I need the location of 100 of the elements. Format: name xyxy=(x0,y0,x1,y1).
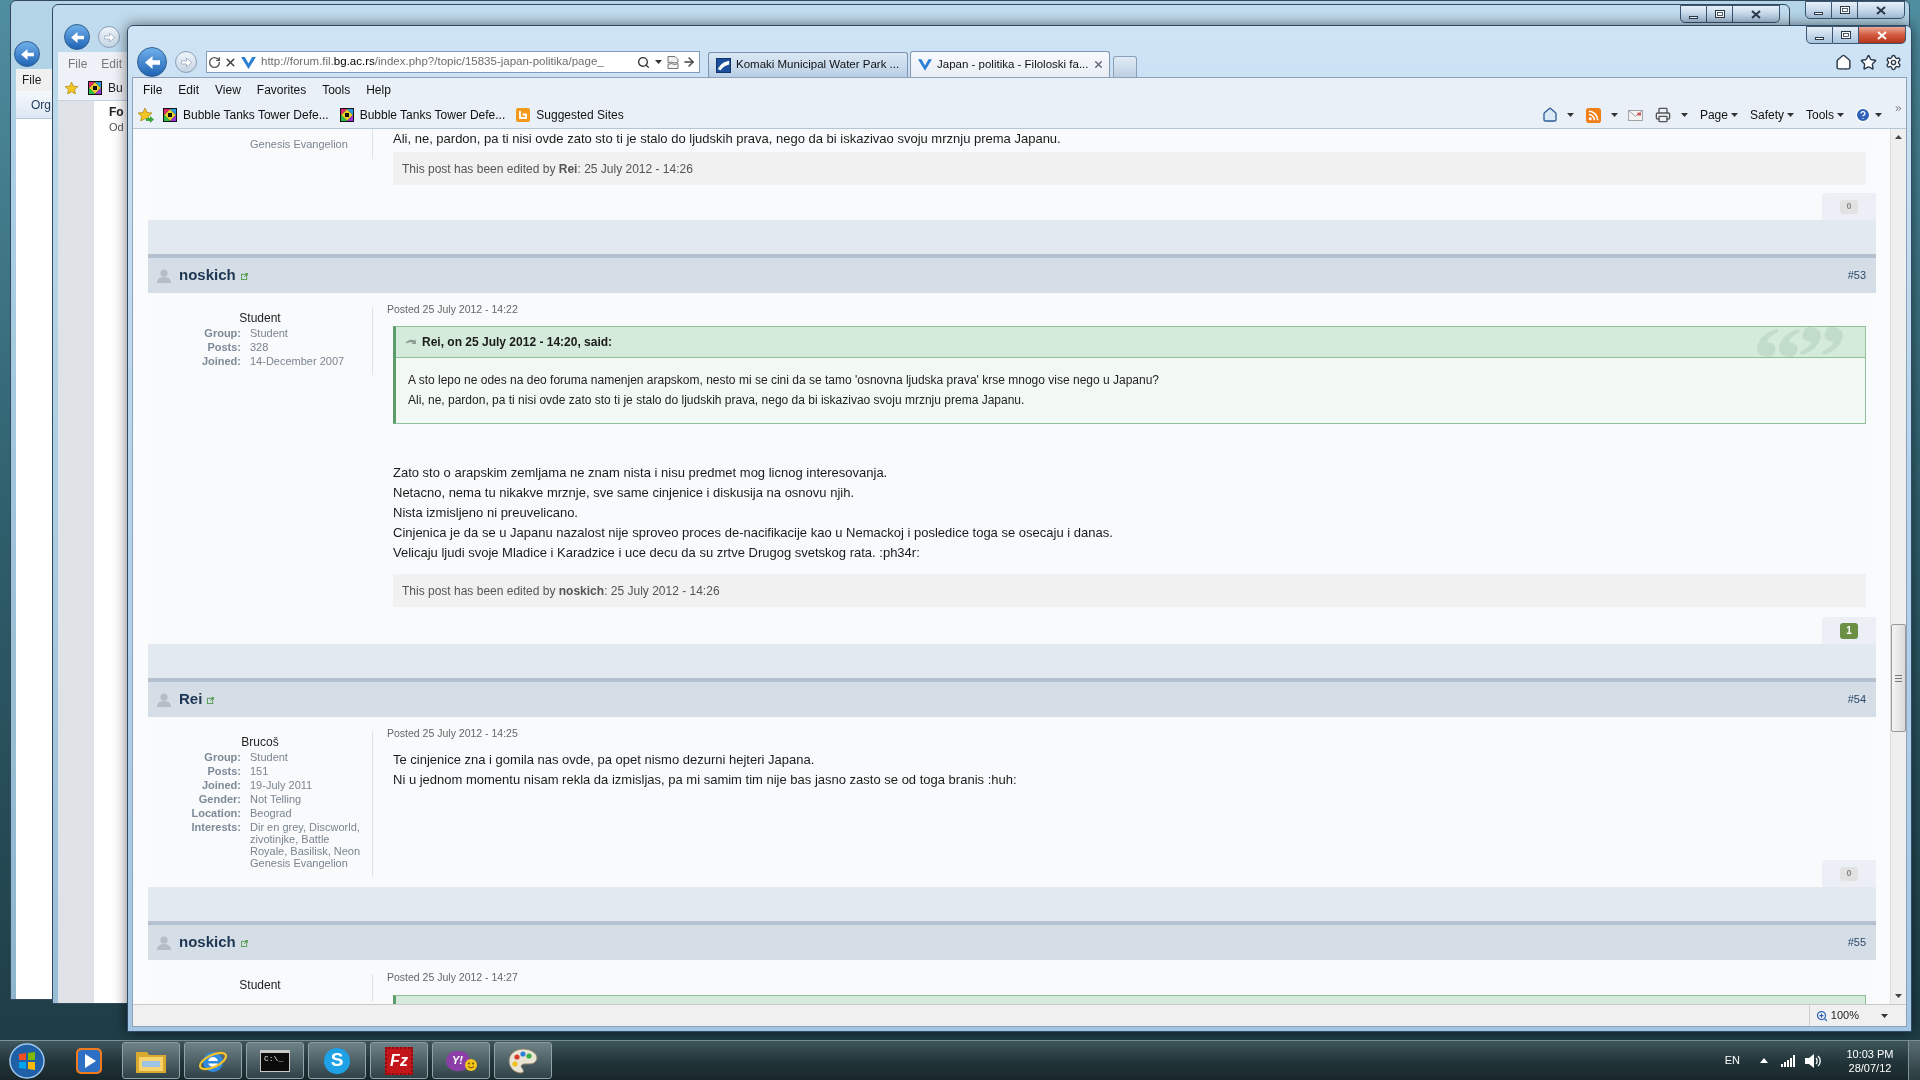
signal-icon[interactable] xyxy=(1781,1054,1795,1067)
member-field-value: Dir en grey, Discworld, zivotinjke, Battle Royale, Basilisk, Neon Genesis Evangelion xyxy=(250,821,362,869)
member-rank: Student xyxy=(239,977,281,994)
smiley-icon xyxy=(464,1058,477,1071)
post-number-link[interactable]: #55 xyxy=(1847,934,1866,951)
show-hidden-icons-icon[interactable] xyxy=(1760,1058,1768,1063)
taskbar-button[interactable]: Fz xyxy=(370,1042,428,1079)
star-icon[interactable] xyxy=(65,81,78,94)
menu-item[interactable]: Favorites xyxy=(256,81,307,99)
back-button[interactable] xyxy=(137,47,167,77)
member-field-value: 19-July 2011 xyxy=(250,779,313,791)
close-button[interactable] xyxy=(1733,5,1780,23)
reputation-count[interactable]: 1 xyxy=(1840,622,1858,639)
dropdown-caret-icon[interactable] xyxy=(1837,113,1844,117)
address-bar[interactable]: http://forum.fil.bg.ac.rs/index.php?/topic/15835-japan-politika/page_ xyxy=(206,51,700,73)
command-menu-button[interactable]: Tools xyxy=(1806,106,1844,124)
dropdown-caret-icon[interactable] xyxy=(1875,113,1882,117)
vertical-scrollbar[interactable] xyxy=(1890,129,1906,1004)
author-link[interactable]: noskich xyxy=(179,264,236,287)
url-text[interactable]: http://forum.fil.bg.ac.rs/index.php?/topic/15835-japan-politika/page_ xyxy=(261,53,604,71)
minimize-button[interactable] xyxy=(1680,5,1707,23)
settings-icon[interactable] xyxy=(1885,53,1902,71)
taskbar-button[interactable] xyxy=(494,1042,552,1079)
taskbar-button[interactable]: C:\_ xyxy=(246,1042,304,1079)
home-icon[interactable] xyxy=(1835,53,1852,71)
taskbar-button[interactable] xyxy=(184,1042,242,1079)
speaker-icon[interactable] xyxy=(1805,1053,1821,1068)
taskbar-button[interactable]: Y! xyxy=(432,1042,490,1079)
minimize-button[interactable] xyxy=(1806,26,1833,44)
quote-text: A sto lepo ne odes na deo foruma namenjen arapskom, nesto mi se cini da se tamo 'osnovna ljudska prava' krse mnogo vise nego u Japanu? xyxy=(408,372,1160,389)
command-menu-button[interactable]: Safety xyxy=(1749,106,1794,124)
menu-item[interactable]: Edit xyxy=(178,81,200,99)
dropdown-caret-icon[interactable] xyxy=(1566,113,1574,117)
dropdown-caret-icon[interactable] xyxy=(655,60,662,64)
broken-page-icon[interactable] xyxy=(667,55,679,69)
maximize-icon xyxy=(1839,6,1850,14)
menu-item[interactable]: File xyxy=(22,71,42,89)
dropdown-caret-icon[interactable] xyxy=(1787,113,1794,117)
dropdown-caret-icon[interactable] xyxy=(1610,113,1618,117)
clock[interactable]: 10:03 PM 28/07/12 xyxy=(1846,1046,1894,1075)
maximize-button[interactable] xyxy=(1833,26,1859,44)
close-tab-icon[interactable] xyxy=(1093,59,1104,70)
home-icon[interactable] xyxy=(1541,107,1558,123)
scroll-up-icon[interactable] xyxy=(1895,135,1902,139)
member-field-value: Student xyxy=(250,327,288,339)
taskbar-button[interactable] xyxy=(122,1042,180,1079)
close-icon xyxy=(1876,5,1886,15)
favorite-link[interactable]: Bubble Tanks Tower Defe... xyxy=(163,106,329,124)
post-number-link[interactable]: #53 xyxy=(1847,267,1866,284)
scroll-down-icon[interactable] xyxy=(1895,994,1902,998)
author-link[interactable]: noskich xyxy=(179,931,236,954)
colorful-diamond-icon xyxy=(339,108,354,122)
clock-date: 28/07/12 xyxy=(1848,1060,1892,1075)
menu-item[interactable]: Edit xyxy=(101,54,123,73)
printer-icon[interactable] xyxy=(1654,107,1671,123)
add-favorite-icon[interactable] xyxy=(138,107,154,123)
menu-item[interactable]: View xyxy=(215,81,241,99)
dropdown-caret-icon[interactable] xyxy=(1680,113,1688,117)
post-date: Posted 25 July 2012 - 14:25 xyxy=(387,727,518,739)
back-button[interactable] xyxy=(14,41,40,67)
stop-icon[interactable] xyxy=(224,55,237,69)
user-icon xyxy=(157,692,171,707)
mail-icon[interactable] xyxy=(1627,109,1643,121)
browser-tab[interactable]: Japan - politika - Filoloski fa... xyxy=(910,51,1110,77)
browser-tab[interactable]: Komaki Municipal Water Park ... xyxy=(708,52,908,77)
favorite-link[interactable]: Bubble Tanks Tower Defe... xyxy=(339,106,506,124)
refresh-icon[interactable] xyxy=(208,55,221,69)
favorite-link[interactable]: Bu xyxy=(88,78,123,97)
rss-icon[interactable] xyxy=(1585,107,1601,123)
toolbar-button[interactable]: Org xyxy=(31,95,51,114)
search-icon[interactable] xyxy=(637,55,650,69)
post-text: Nista izmisljeno ni preuvelicano. xyxy=(393,504,578,522)
start-button[interactable] xyxy=(7,1041,47,1080)
go-arrow-icon[interactable] xyxy=(682,55,696,69)
start-orb-icon xyxy=(9,1042,45,1079)
menu-item[interactable]: Help xyxy=(366,81,391,99)
menu-item[interactable]: File xyxy=(68,54,88,73)
zoom-button[interactable]: 100% xyxy=(1815,1007,1888,1024)
member-field-value: Beograd xyxy=(250,807,292,819)
chevrons-right-icon[interactable] xyxy=(1894,104,1903,113)
close-button[interactable] xyxy=(1858,1,1905,19)
member-rank: Brucoš xyxy=(241,734,279,751)
author-link[interactable]: Rei xyxy=(179,688,203,711)
command-menu-button[interactable]: Page xyxy=(1699,106,1738,124)
scroll-thumb[interactable] xyxy=(1891,624,1906,732)
show-desktop-button[interactable] xyxy=(1908,1041,1920,1080)
language-indicator[interactable]: EN xyxy=(1724,1052,1740,1069)
post-number-link[interactable]: #54 xyxy=(1847,691,1866,708)
menu-item[interactable]: Tools xyxy=(322,81,351,99)
help-icon[interactable] xyxy=(1855,107,1871,123)
close-button[interactable] xyxy=(1859,26,1906,44)
star-icon[interactable] xyxy=(1860,53,1877,71)
minimize-button[interactable] xyxy=(1805,1,1832,19)
back-button[interactable] xyxy=(64,24,90,50)
dropdown-caret-icon[interactable] xyxy=(1730,113,1738,117)
dropdown-caret-icon[interactable] xyxy=(1881,1013,1888,1018)
favorite-link[interactable]: Suggested Sites xyxy=(516,106,624,124)
menu-item[interactable]: File xyxy=(143,81,163,99)
maximize-button[interactable] xyxy=(1832,1,1858,19)
maximize-button[interactable] xyxy=(1707,5,1733,23)
